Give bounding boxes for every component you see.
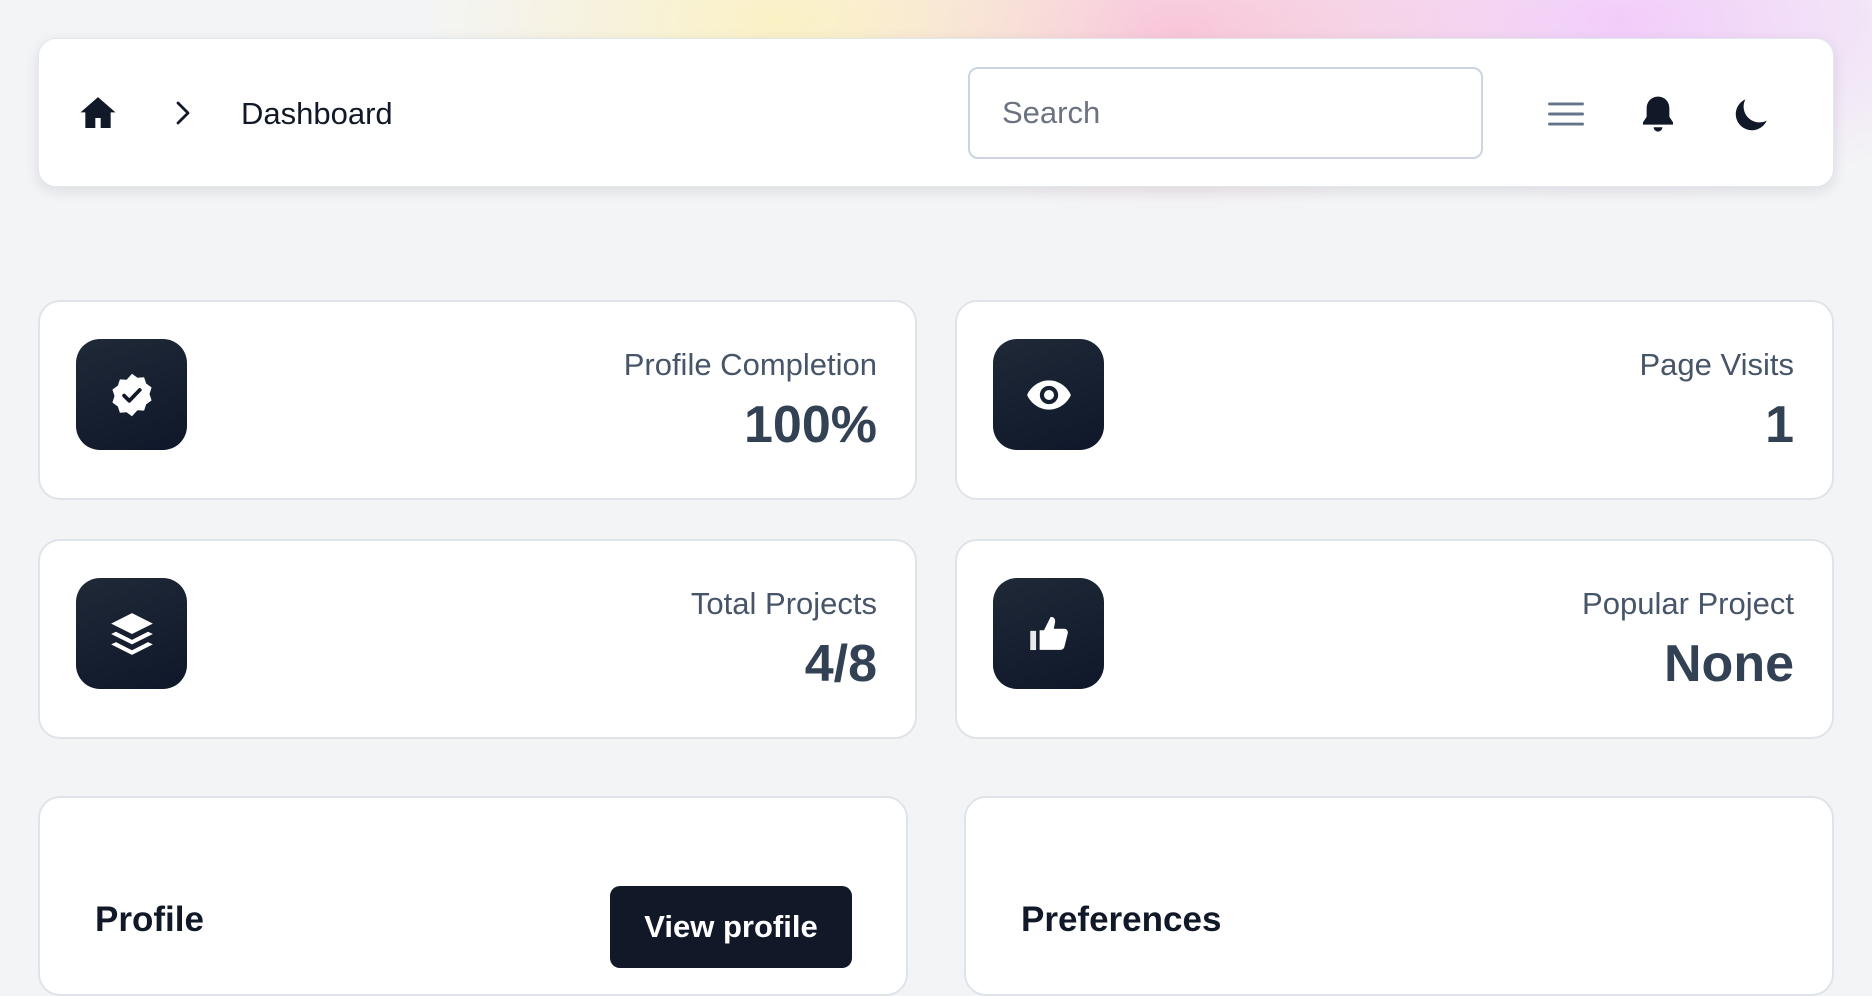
stat-label: Total Projects [690, 586, 877, 621]
badge-check-icon [76, 339, 187, 450]
menu-icon[interactable] [1542, 90, 1590, 138]
stat-card-page-visits: Page Visits 1 [955, 300, 1834, 500]
search-input[interactable] [968, 67, 1483, 159]
stat-card-total-projects: Total Projects 4/8 [38, 539, 917, 739]
stat-card-profile-completion: Profile Completion 100% [38, 300, 917, 500]
thumbs-up-icon [993, 578, 1104, 689]
moon-icon[interactable] [1728, 90, 1776, 138]
preferences-panel: Preferences [964, 796, 1834, 996]
stat-label: Profile Completion [623, 347, 877, 382]
stat-label: Popular Project [1582, 586, 1794, 621]
stat-value: 1 [1765, 396, 1794, 454]
layers-icon [76, 578, 187, 689]
bell-icon[interactable] [1634, 90, 1682, 138]
panel-title: Profile [95, 900, 204, 939]
stat-value: 4/8 [804, 635, 877, 693]
profile-panel: Profile View profile [38, 796, 908, 996]
eye-icon [993, 339, 1104, 450]
view-profile-button[interactable]: View profile [610, 886, 852, 968]
stat-label: Page Visits [1639, 347, 1794, 382]
home-icon[interactable] [78, 93, 118, 137]
panel-title: Preferences [1021, 900, 1222, 939]
stat-value: 100% [744, 396, 877, 454]
stat-value: None [1664, 635, 1794, 693]
chevron-right-icon [172, 98, 194, 128]
breadcrumb-current: Dashboard [241, 96, 393, 131]
stat-card-popular-project: Popular Project None [955, 539, 1834, 739]
